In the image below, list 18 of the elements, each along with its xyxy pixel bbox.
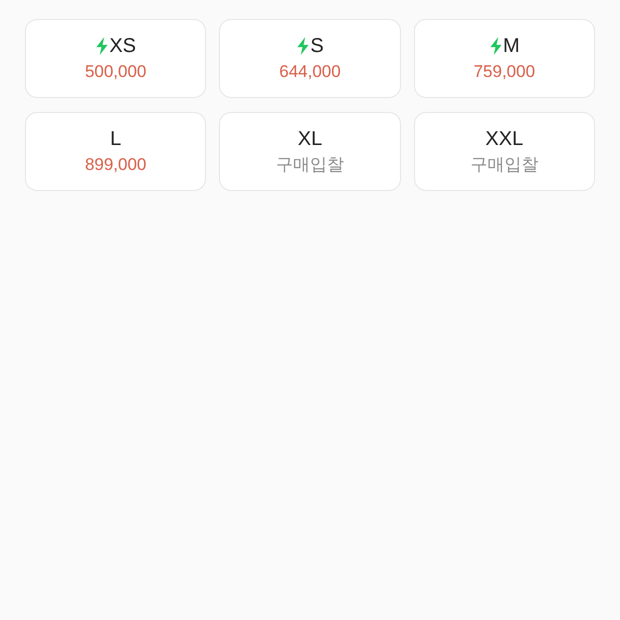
bid-label: 구매입찰	[276, 154, 344, 176]
size-option[interactable]: XS 500,000	[25, 19, 206, 98]
size-label: L	[110, 127, 122, 151]
size-option[interactable]: M 759,000	[414, 19, 595, 98]
size-option[interactable]: XXL 구매입찰	[414, 112, 595, 191]
size-label: M	[502, 34, 520, 58]
price-label: 899,000	[84, 154, 146, 176]
size-label: XXL	[485, 127, 524, 151]
price-label: 500,000	[84, 61, 146, 83]
price-label: 759,000	[474, 61, 536, 83]
size-option[interactable]: XL 구매입찰	[219, 112, 401, 191]
size-label: XS	[109, 34, 136, 58]
size-label: XL	[298, 127, 322, 151]
size-option[interactable]: S 644,000	[219, 19, 401, 98]
bid-label: 구매입찰	[470, 154, 538, 176]
size-option[interactable]: L 899,000	[25, 112, 206, 191]
price-label: 644,000	[279, 61, 341, 83]
size-label: S	[310, 34, 324, 58]
